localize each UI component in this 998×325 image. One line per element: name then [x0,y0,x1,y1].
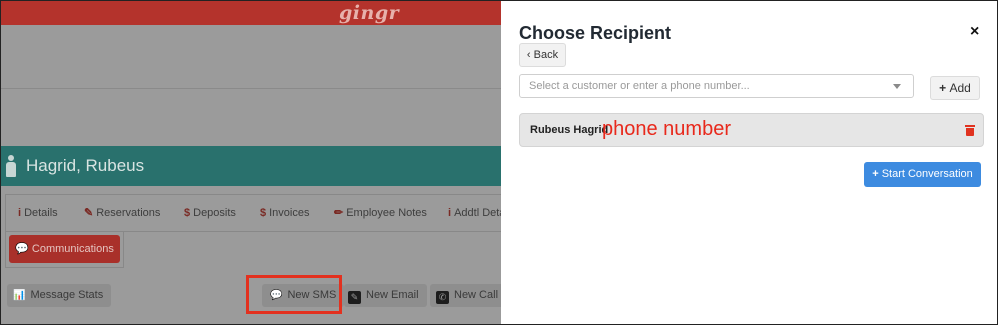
customer-tabs: i Details ✎ Reservations $ Deposits $ Invoic… [5,194,501,232]
tab-additional-details[interactable]: i Addtl Deta [448,195,501,231]
brand-logo: gingr [339,2,400,24]
add-button[interactable]: + Add [930,76,980,100]
person-icon [6,155,16,177]
recipient-select-placeholder: Select a customer or enter a phone numbe… [529,80,750,92]
divider [1,88,501,89]
plus-icon: + [939,81,950,95]
recipient-name: Rubeus Hagrid [530,124,609,136]
tab-details[interactable]: i Details [18,195,58,231]
trash-icon[interactable] [965,125,975,136]
close-icon[interactable]: × [970,23,979,41]
tab-communications[interactable]: 💬 Communications [9,235,120,263]
customer-header: Hagrid, Rubeus [1,146,501,186]
communications-tab-wrap: 💬 Communications [5,232,124,268]
pencil-icon: ✏ [334,207,344,219]
recipient-phone: phone number [602,118,731,140]
back-button[interactable]: ‹ Back [519,43,566,67]
highlight-annotation [246,275,342,314]
edit-icon: ✎ [84,207,94,219]
chevron-down-icon [893,84,901,89]
start-conversation-button[interactable]: + Start Conversation [864,162,981,187]
dollar-icon: $ [184,207,191,219]
bar-chart-icon: 📊 [13,290,26,301]
message-stats-button[interactable]: 📊 Message Stats [7,284,112,307]
choose-recipient-panel: Choose Recipient × ‹ Back Select a custo… [501,1,997,324]
tab-deposits[interactable]: $ Deposits [184,195,236,231]
panel-title: Choose Recipient [519,23,672,43]
new-email-button[interactable]: ✎ New Email [344,284,427,307]
info-icon: i [448,207,452,219]
plus-icon: + [872,168,882,180]
tab-employee-notes[interactable]: ✏ Employee Notes [334,195,427,231]
recipient-select[interactable]: Select a customer or enter a phone numbe… [519,74,914,98]
background-app: gingr Hagrid, Rubeus i Details ✎ Reservati… [1,1,501,324]
top-bar: gingr [1,1,501,25]
chevron-left-icon: ‹ [526,49,534,61]
customer-name: Hagrid, Rubeus [26,156,145,175]
chat-icon: 💬 [15,243,32,255]
tab-invoices[interactable]: $ Invoices [260,195,309,231]
dollar-icon: $ [260,207,267,219]
compose-icon: ✎ [348,291,361,304]
new-call-button[interactable]: ✆New Call R [430,284,501,307]
phone-icon: ✆ [436,291,449,304]
info-icon: i [18,207,22,219]
tab-reservations[interactable]: ✎ Reservations [84,195,160,231]
screen: gingr Hagrid, Rubeus i Details ✎ Reservati… [0,0,998,325]
selected-recipient: Rubeus Hagrid phone number [519,113,984,147]
